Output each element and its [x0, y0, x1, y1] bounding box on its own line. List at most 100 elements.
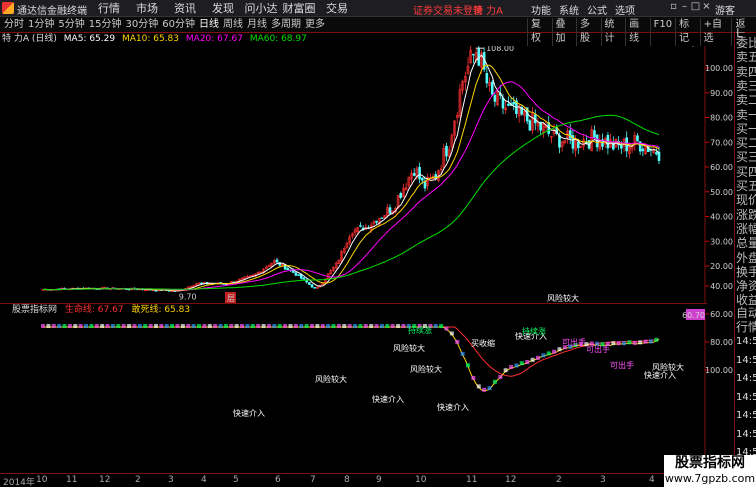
close-icon[interactable]: ×: [701, 1, 712, 12]
menu-discover[interactable]: 发现: [204, 1, 242, 16]
ma20-line: [42, 81, 660, 291]
candle-body: [286, 268, 290, 270]
signal-mark: [78, 324, 83, 328]
date-tick-label: 3: [168, 475, 174, 485]
maximize-icon[interactable]: □: [690, 1, 701, 12]
menu-quotes[interactable]: 行情: [90, 1, 128, 16]
menu-wealth[interactable]: 财富圈: [280, 1, 318, 16]
menu-news[interactable]: 资讯: [166, 1, 204, 16]
quote-label: 买四: [736, 164, 756, 179]
candle-body: [359, 225, 362, 227]
signal-mark: [514, 363, 519, 368]
menu-trade[interactable]: 交易: [318, 1, 356, 16]
signal-annotation: 可出手: [610, 360, 634, 370]
tab-60min[interactable]: 60分钟: [160, 18, 197, 32]
signal-mark: [266, 324, 271, 328]
candle-body: [275, 259, 279, 263]
date-tick-label: 12: [99, 475, 111, 485]
signal-annotation: 风险较大: [393, 343, 425, 353]
signal-annotation: 可出手: [562, 337, 586, 347]
date-tick-label: 5: [233, 475, 239, 485]
minimize-icon[interactable]: –: [679, 1, 690, 12]
app-logo-icon: [2, 2, 14, 14]
candle-body: [297, 274, 300, 276]
candle-body: [294, 272, 298, 276]
price-tick-label: 90.00: [710, 89, 733, 98]
price-tick-label: 80.00: [710, 114, 733, 123]
quote-panel: L 委比 卖五 卖四 卖三 卖二 卖一 买一 买二 买三 买四 买五 现价 涨跌 涨幅 总量 外盘 换手 净资 收益自…: [734, 26, 756, 487]
period-tabs: 分时 1分钟 5分钟 15分钟 30分钟 60分钟 日线 周线 月线 多周期 更…: [2, 18, 327, 32]
ma5-value: MA5: 65.29: [63, 34, 116, 44]
signal-mark: [433, 324, 438, 328]
signal-mark: [627, 340, 632, 345]
danger-line: [43, 326, 660, 392]
tab-30min[interactable]: 30分钟: [123, 18, 160, 32]
signal-mark: [293, 324, 298, 328]
signal-mark: [309, 324, 314, 328]
life-line-value: 生命线: 67.67: [64, 305, 124, 315]
candle-body: [302, 277, 306, 280]
signal-annotation: 快速介入: [437, 402, 469, 412]
date-tick-label: 9: [376, 475, 382, 485]
ma10-line: [42, 64, 660, 291]
tab-multi[interactable]: 多周期: [269, 18, 303, 32]
menu-market[interactable]: 市场: [128, 1, 166, 16]
signal-mark: [121, 324, 126, 328]
candle-body: [641, 148, 645, 152]
chart-canvas[interactable]: 100.00 90.00 80.00 70.00 60.00 50.00 40.00 30.0…: [0, 46, 734, 473]
date-tick-label: 10: [36, 475, 48, 485]
signal-mark: [105, 324, 110, 328]
signal-mark: [191, 324, 196, 328]
date-tick-label: 6: [275, 475, 281, 485]
signal-annotation: 持续涨: [522, 326, 546, 336]
signal-mark: [143, 324, 148, 328]
kline-chart[interactable]: 100.00 90.00 80.00 70.00 60.00 50.00 40.00 30.0…: [41, 46, 733, 303]
quote-label: 卖二: [736, 93, 756, 108]
price-tick-label: 20.00: [710, 262, 733, 271]
tab-monthly[interactable]: 月线: [245, 18, 269, 32]
quote-label: 涨幅: [736, 221, 756, 236]
menu-system[interactable]: 系统: [555, 2, 583, 17]
quote-label: 买三: [736, 150, 756, 165]
signal-mark: [277, 324, 282, 328]
signal-mark: [444, 326, 449, 331]
low-price-label: 9.70: [179, 292, 197, 301]
candle-body: [308, 282, 311, 285]
tab-weekly[interactable]: 周线: [221, 18, 245, 32]
signal-mark: [611, 341, 616, 346]
tick-time: 14:56: [736, 373, 756, 384]
signal-mark: [132, 324, 137, 328]
system-menu: 功能 系统 公式 选项: [527, 2, 639, 17]
candle-body: [375, 220, 378, 223]
tab-daily[interactable]: 日线: [197, 18, 221, 32]
tab-more[interactable]: 更多: [303, 18, 327, 32]
menu-ask[interactable]: 问小达: [242, 1, 280, 16]
signal-mark: [379, 324, 384, 328]
guest-label[interactable]: 游客: [715, 2, 735, 17]
menu-function[interactable]: 功能: [527, 2, 555, 17]
price-tick-label: 100.00: [705, 64, 733, 73]
candle-body: [423, 181, 427, 189]
tab-15min[interactable]: 15分钟: [87, 18, 124, 32]
tab-1min[interactable]: 1分钟: [26, 18, 56, 32]
tab-timeshare[interactable]: 分时: [2, 18, 26, 32]
indicator-header: 股票指标网 生命线: 67.67 敢死线: 65.83: [0, 303, 707, 316]
tab-5min[interactable]: 5分钟: [56, 18, 86, 32]
restore-icon[interactable]: ▫: [668, 1, 679, 12]
menu-options[interactable]: 选项: [611, 2, 639, 17]
life-line: [43, 326, 660, 377]
price-tick-label: 40.00: [710, 213, 733, 222]
signal-mark: [159, 324, 164, 328]
menu-formula[interactable]: 公式: [583, 2, 611, 17]
date-tick-label: 4: [649, 475, 655, 485]
quote-label: 总量: [736, 236, 756, 251]
indicator-name[interactable]: 股票指标网: [12, 305, 57, 315]
signal-annotation: 风险较大: [652, 362, 684, 372]
date-tick-label: 2: [556, 475, 562, 485]
signal-mark: [148, 324, 153, 328]
tick-time: 14:56: [736, 428, 756, 440]
signal-mark: [530, 357, 535, 362]
signal-mark: [482, 387, 487, 392]
signal-mark: [643, 339, 648, 344]
signal-mark: [509, 365, 514, 370]
